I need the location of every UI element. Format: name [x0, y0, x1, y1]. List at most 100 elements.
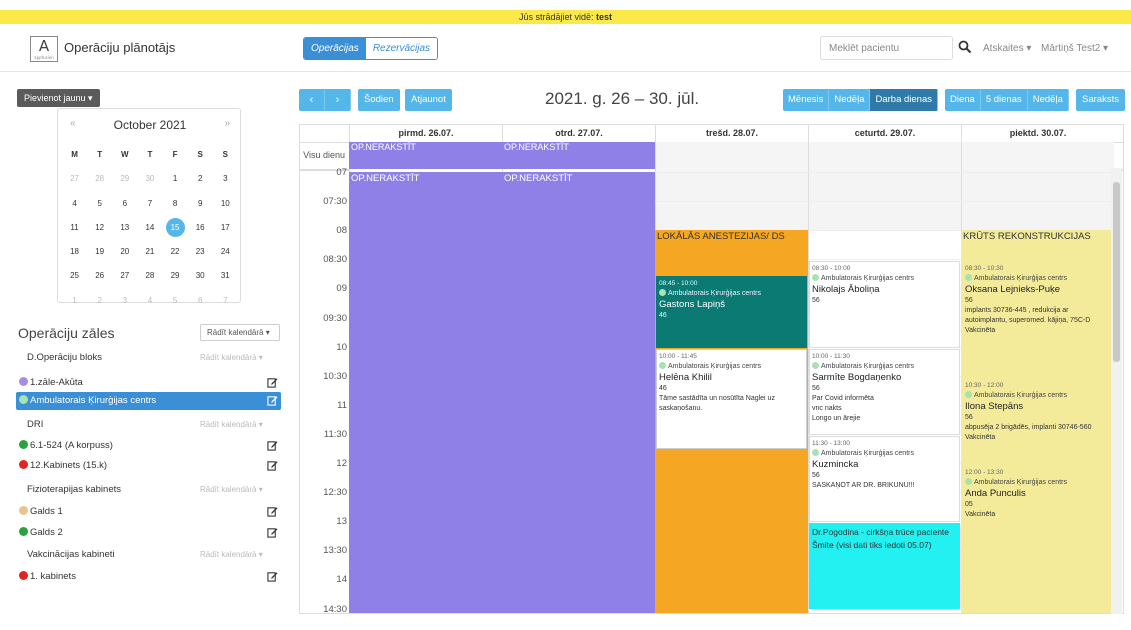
tab-reservations[interactable]: Rezervācijas	[365, 38, 438, 59]
mini-calendar-day[interactable]: 8	[163, 192, 188, 216]
patient-search-input[interactable]	[820, 36, 953, 60]
operation-block[interactable]: OP.NERAKSTĪT	[502, 172, 655, 613]
mini-calendar-next[interactable]: »	[224, 118, 230, 129]
mini-calendar-day[interactable]: 24	[213, 240, 238, 264]
all-day-cell[interactable]	[961, 142, 1114, 169]
mini-calendar-day[interactable]: 12	[87, 216, 112, 240]
view-week-room[interactable]: Nedēļa	[1027, 89, 1069, 111]
refresh-button[interactable]: Atjaunot	[405, 89, 452, 111]
day-header[interactable]: otrd. 27.07.	[502, 125, 655, 142]
user-menu[interactable]: Mārtiņš Test2 ▾	[1041, 43, 1108, 54]
mini-calendar-day[interactable]: 27	[112, 264, 137, 288]
next-week-button[interactable]: ›	[325, 89, 351, 111]
mini-calendar-day[interactable]: 18	[62, 240, 87, 264]
show-in-calendar-dropdown[interactable]: Rādīt kalendārā ▾	[200, 324, 280, 341]
group-show-in-calendar[interactable]: Rādīt kalendārā ▾	[200, 485, 263, 494]
view-5days-room[interactable]: 5 dienas	[980, 89, 1028, 111]
room-item[interactable]: Ambulatorais Ķirurģijas centrs	[16, 392, 281, 410]
tab-operations[interactable]: Operācijas	[304, 38, 366, 59]
edit-icon[interactable]	[267, 460, 278, 471]
all-day-event[interactable]: OP.NERAKSTĪT	[349, 142, 502, 169]
edit-icon[interactable]	[267, 506, 278, 517]
room-item[interactable]: 1.zāle-Akūta	[16, 374, 281, 392]
calendar-scrollbar[interactable]	[1111, 168, 1122, 614]
room-item[interactable]: 6.1-524 (A korpuss)	[16, 437, 281, 455]
mini-calendar-day[interactable]: 21	[137, 240, 162, 264]
mini-calendar-day[interactable]: 7	[213, 289, 238, 313]
room-item[interactable]: Galds 1	[16, 503, 281, 521]
mini-calendar-title[interactable]: October 2021	[58, 118, 242, 132]
search-icon[interactable]	[958, 40, 972, 54]
today-button[interactable]: Šodien	[358, 89, 400, 111]
appointment-event[interactable]: 08:45 - 10:00 Ambulatorais Ķirurģijas cen…	[656, 275, 807, 348]
mini-calendar-day[interactable]: 13	[112, 216, 137, 240]
mini-calendar-day[interactable]: 4	[137, 289, 162, 313]
mini-calendar-day[interactable]: 30	[188, 264, 213, 288]
mini-calendar-day[interactable]: 6	[188, 289, 213, 313]
room-item[interactable]: Galds 2	[16, 524, 281, 542]
room-item[interactable]: 12.Kabinets (15.k)	[16, 457, 281, 475]
day-header[interactable]: pirmd. 26.07.	[349, 125, 502, 142]
day-header[interactable]: trešd. 28.07.	[655, 125, 808, 142]
all-day-cell[interactable]	[808, 142, 961, 169]
appointment-event[interactable]: 11:30 - 13:00 Ambulatorais Ķirurģijas cen…	[809, 435, 960, 523]
appointment-event[interactable]: 08:30 - 10:30 Ambulatorais Ķirurģijas cen…	[962, 261, 1113, 377]
appointment-event[interactable]: 10:00 - 11:45 Ambulatorais Ķirurģijas cen…	[656, 348, 807, 450]
mini-calendar-today[interactable]: 15	[163, 216, 188, 240]
all-day-event[interactable]: OP.NERAKSTĪT	[502, 142, 655, 169]
mini-calendar-day[interactable]: 22	[163, 240, 188, 264]
list-view-button[interactable]: Saraksts	[1076, 89, 1125, 111]
mini-calendar-day[interactable]: 19	[87, 240, 112, 264]
mini-calendar-day[interactable]: 26	[87, 264, 112, 288]
mini-calendar-day[interactable]: 6	[112, 192, 137, 216]
mini-calendar-day[interactable]: 1	[62, 289, 87, 313]
mini-calendar-day[interactable]: 28	[137, 264, 162, 288]
mini-calendar-day[interactable]: 27	[62, 167, 87, 191]
mini-calendar-day[interactable]: 17	[213, 216, 238, 240]
mini-calendar-day[interactable]: 1	[163, 167, 188, 191]
mini-calendar-day[interactable]: 29	[163, 264, 188, 288]
edit-icon[interactable]	[267, 440, 278, 451]
mini-calendar-day[interactable]: 5	[87, 192, 112, 216]
mini-calendar-day[interactable]: 2	[188, 167, 213, 191]
day-header[interactable]: piektd. 30.07.	[961, 125, 1114, 142]
mini-calendar-day[interactable]: 5	[163, 289, 188, 313]
all-day-cell[interactable]	[655, 142, 808, 169]
mini-calendar-day[interactable]: 25	[62, 264, 87, 288]
appointment-event[interactable]: 12:00 - 13:30 Ambulatorais Ķirurģijas cen…	[962, 465, 1113, 552]
mini-calendar-day[interactable]: 31	[213, 264, 238, 288]
view-week[interactable]: Nedēļa	[829, 89, 871, 111]
operation-block[interactable]: OP.NERAKSTĪT	[349, 172, 502, 613]
appointment-event[interactable]: Dr.Pogodina - cirkšņa trūce paciente Šmi…	[809, 523, 960, 609]
room-item[interactable]: 1. kabinets	[16, 568, 281, 586]
reports-menu[interactable]: Atskaites ▾	[983, 43, 1031, 54]
appointment-event[interactable]: 08:30 - 10:00 Ambulatorais Ķirurģijas cen…	[809, 261, 960, 348]
mini-calendar-day[interactable]: 4	[62, 192, 87, 216]
view-month[interactable]: Mēnesis	[783, 89, 830, 111]
appointment-event[interactable]: 10:00 - 11:30 Ambulatorais Ķirurģijas cen…	[809, 348, 960, 435]
mini-calendar-day[interactable]: 11	[62, 216, 87, 240]
mini-calendar-day[interactable]: 16	[188, 216, 213, 240]
mini-calendar-day[interactable]: 9	[188, 192, 213, 216]
group-show-in-calendar[interactable]: Rādīt kalendārā ▾	[200, 550, 263, 559]
view-workweek[interactable]: Darba dienas	[870, 89, 938, 111]
mini-calendar-day[interactable]: 10	[213, 192, 238, 216]
mini-calendar-day[interactable]: 2	[87, 289, 112, 313]
scrollbar-thumb[interactable]	[1113, 182, 1120, 362]
mini-calendar-day[interactable]: 20	[112, 240, 137, 264]
mini-calendar-day[interactable]: 3	[112, 289, 137, 313]
day-header[interactable]: ceturtd. 29.07.	[808, 125, 961, 142]
prev-week-button[interactable]: ‹	[299, 89, 325, 111]
appointment-event[interactable]: 10:30 - 12:00 Ambulatorais Ķirurģijas cen…	[962, 377, 1113, 464]
mini-calendar-day[interactable]: 23	[188, 240, 213, 264]
group-show-in-calendar[interactable]: Rādīt kalendārā ▾	[200, 420, 263, 429]
edit-icon[interactable]	[267, 527, 278, 538]
group-show-in-calendar[interactable]: Rādīt kalendārā ▾	[200, 353, 263, 362]
mini-calendar-day[interactable]: 30	[137, 167, 162, 191]
app-logo[interactable]: A appfusion	[30, 36, 58, 62]
edit-icon[interactable]	[267, 377, 278, 388]
mini-calendar-day[interactable]: 29	[112, 167, 137, 191]
view-day-room[interactable]: Diena	[945, 89, 981, 111]
mini-calendar-day[interactable]: 3	[213, 167, 238, 191]
mini-calendar-day[interactable]: 14	[137, 216, 162, 240]
